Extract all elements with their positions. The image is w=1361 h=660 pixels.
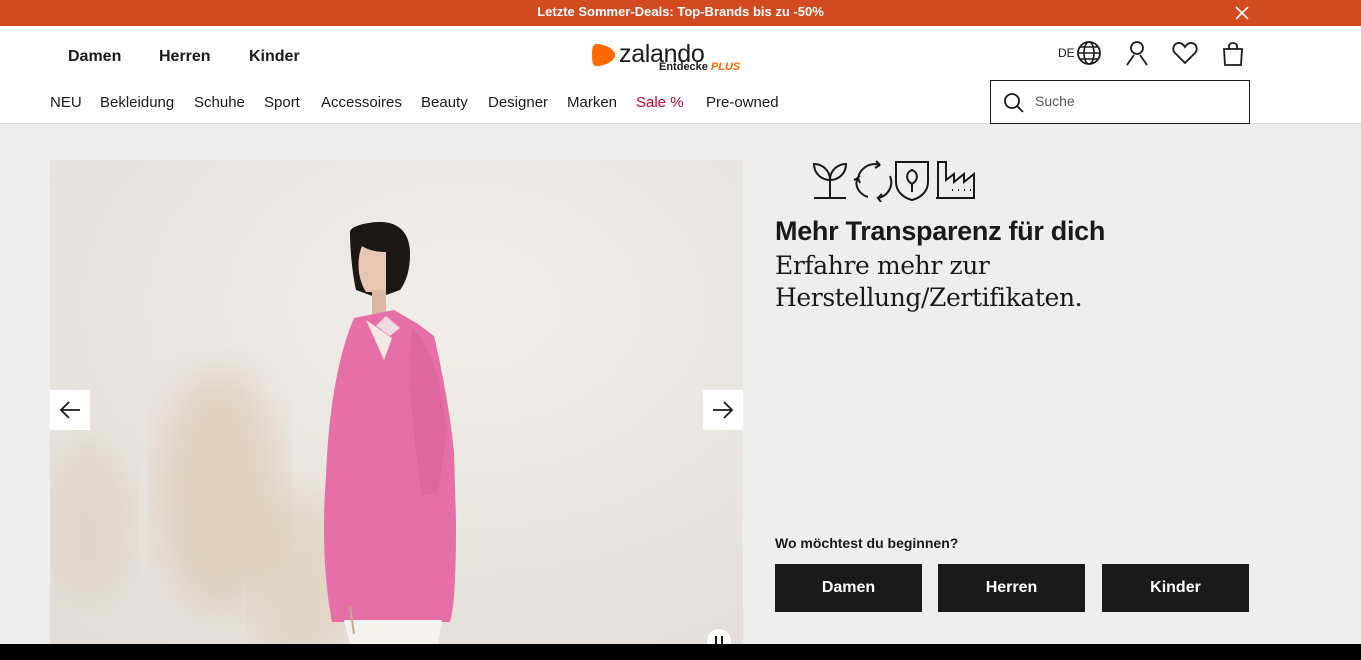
globe-icon[interactable] — [1076, 40, 1102, 66]
heart-icon[interactable] — [1172, 40, 1198, 66]
nav-neu[interactable]: NEU — [50, 94, 82, 111]
search-box[interactable] — [990, 80, 1250, 124]
arrow-left-icon — [59, 401, 80, 419]
arrow-right-icon — [713, 401, 734, 419]
cta-damen-button[interactable]: Damen — [775, 564, 922, 612]
nav-bekleidung[interactable]: Bekleidung — [100, 94, 174, 111]
hero-title: Mehr Transparenz für dich — [775, 216, 1106, 246]
sustainability-icons — [810, 158, 980, 207]
search-input[interactable] — [1035, 93, 1235, 109]
gender-tab-kinder[interactable]: Kinder — [249, 48, 300, 66]
cta-herren-button[interactable]: Herren — [938, 564, 1085, 612]
logo-flag-icon — [592, 44, 615, 66]
gender-tab-herren[interactable]: Herren — [159, 48, 211, 66]
logo-sub-text: Entdecke — [659, 61, 708, 73]
promo-text: Letzte Sommer-Deals: Top-Brands bis zu -… — [537, 4, 824, 19]
language-label[interactable]: DE — [1058, 46, 1075, 60]
plant-icon — [812, 162, 848, 199]
nav-designer[interactable]: Designer — [488, 94, 548, 111]
close-icon[interactable] — [1233, 4, 1251, 22]
gender-tab-damen[interactable]: Damen — [68, 48, 121, 66]
logo-plus-text: PLUS — [710, 61, 741, 73]
carousel-next-button[interactable] — [703, 390, 743, 430]
zalando-logo[interactable]: zalando Entdecke PLUS — [591, 40, 751, 76]
sustainability-icon-row — [812, 160, 975, 203]
site-header: Damen Herren Kinder zalando Entdecke PLUS… — [0, 26, 1361, 124]
nav-pre-owned[interactable]: Pre-owned — [706, 94, 779, 111]
model-photo — [50, 160, 743, 644]
hero-subtitle: Erfahre mehr zur Herstellung/Zertifikate… — [775, 251, 1083, 312]
search-icon — [1004, 93, 1024, 113]
nav-accessoires[interactable]: Accessoires — [321, 94, 402, 111]
nav-sale[interactable]: Sale % — [636, 94, 684, 111]
factory-icon — [936, 161, 975, 199]
carousel-prev-button[interactable] — [50, 390, 90, 430]
nav-beauty[interactable]: Beauty — [421, 94, 468, 111]
hero-image — [50, 160, 743, 644]
nav-sport[interactable]: Sport — [264, 94, 300, 111]
promo-banner[interactable]: Letzte Sommer-Deals: Top-Brands bis zu -… — [0, 0, 1361, 26]
nav-schuhe[interactable]: Schuhe — [194, 94, 245, 111]
logo-subline: Entdecke PLUS — [659, 61, 740, 73]
nav-marken[interactable]: Marken — [567, 94, 617, 111]
cta-kinder-button[interactable]: Kinder — [1102, 564, 1249, 612]
bag-icon[interactable] — [1220, 40, 1246, 66]
start-question: Wo möchtest du beginnen? — [775, 535, 959, 551]
bottom-bar — [0, 644, 1361, 660]
user-icon[interactable] — [1124, 40, 1150, 66]
tree-shield-icon — [895, 161, 929, 202]
recycle-icon — [853, 160, 893, 203]
